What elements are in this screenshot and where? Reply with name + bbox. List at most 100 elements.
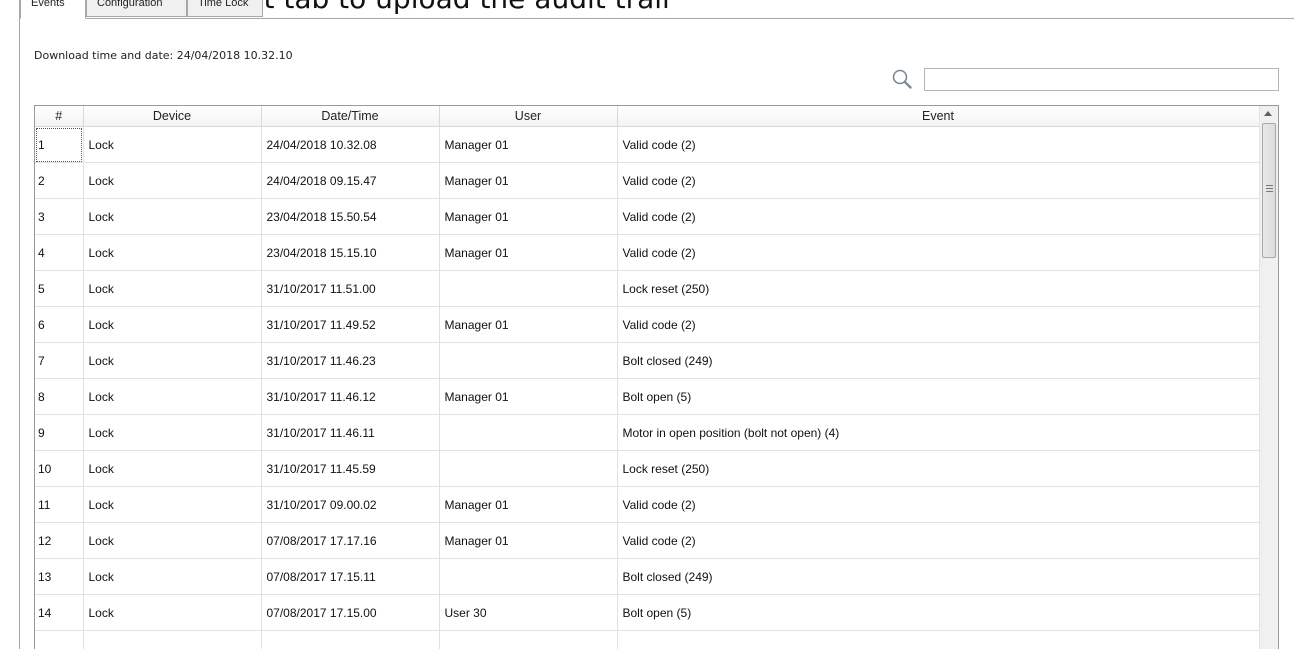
table-row[interactable]: 3 Lock 23/04/2018 15.50.54 Manager 01 Valid …: [35, 198, 1260, 235]
cell-user: Manager 01: [439, 306, 618, 343]
column-header-user[interactable]: User: [439, 106, 618, 127]
column-header-event[interactable]: Event: [617, 106, 1260, 127]
tab-configuration[interactable]: Configuration: [86, 0, 187, 17]
cell-datetime: 31/10/2017 11.51.00: [261, 270, 440, 307]
table-row[interactable]: 4 Lock 23/04/2018 15.15.10 Manager 01 Valid …: [35, 234, 1260, 271]
table-row[interactable]: 1 Lock 24/04/2018 10.32.08 Manager 01 Valid …: [35, 126, 1260, 163]
cell-device: [83, 630, 262, 649]
cell-event: Motor in open position (bolt not open) (…: [617, 414, 1260, 451]
tab-events[interactable]: Events: [20, 0, 86, 19]
cell-datetime: 31/10/2017 11.46.23: [261, 342, 440, 379]
column-header-number[interactable]: #: [35, 106, 84, 127]
cell-event: Bolt open (5): [617, 378, 1260, 415]
cell-device: Lock: [83, 450, 262, 487]
cell-device: Lock: [83, 234, 262, 271]
cell-user: Manager 01: [439, 522, 618, 559]
events-table: # Device Date/Time User Event 1 Lock 24/04…: [34, 105, 1279, 649]
cell-user: [439, 414, 618, 451]
tab-time-lock[interactable]: Time Lock: [187, 0, 263, 17]
cell-num: 11: [35, 486, 84, 523]
cell-event: Valid code (2): [617, 306, 1260, 343]
cell-user: [439, 342, 618, 379]
cell-event: Bolt open (5): [617, 594, 1260, 631]
cell-user: Manager 01: [439, 234, 618, 271]
cell-datetime: 31/10/2017 11.46.12: [261, 378, 440, 415]
cell-datetime: 24/04/2018 09.15.47: [261, 162, 440, 199]
cell-datetime: 07/08/2017 17.15.00: [261, 594, 440, 631]
cell-device: Lock: [83, 342, 262, 379]
cell-num: 9: [35, 414, 84, 451]
cell-event: Valid code (2): [617, 162, 1260, 199]
cell-num: 13: [35, 558, 84, 595]
cell-event: [617, 630, 1260, 649]
table-row[interactable]: 8 Lock 31/10/2017 11.46.12 Manager 01 Bolt o…: [35, 378, 1260, 415]
search-input[interactable]: [924, 68, 1279, 91]
cell-user: Manager 01: [439, 378, 618, 415]
cell-num: 2: [35, 162, 84, 199]
table-row[interactable]: [35, 630, 1260, 649]
cell-event: Lock reset (250): [617, 450, 1260, 487]
table-row[interactable]: 6 Lock 31/10/2017 11.49.52 Manager 01 Valid …: [35, 306, 1260, 343]
cell-user: Manager 01: [439, 162, 618, 199]
cell-datetime: 07/08/2017 17.17.16: [261, 522, 440, 559]
cell-user: [439, 630, 618, 649]
cell-datetime: 31/10/2017 11.49.52: [261, 306, 440, 343]
cell-device: Lock: [83, 198, 262, 235]
cell-user: [439, 450, 618, 487]
table-row[interactable]: 13 Lock 07/08/2017 17.15.11 Bolt closed (24…: [35, 558, 1260, 595]
cell-device: Lock: [83, 306, 262, 343]
table-header-row: # Device Date/Time User Event: [35, 106, 1260, 127]
cell-datetime: 24/04/2018 10.32.08: [261, 126, 440, 163]
table-row[interactable]: 2 Lock 24/04/2018 09.15.47 Manager 01 Valid …: [35, 162, 1260, 199]
column-header-device[interactable]: Device: [83, 106, 262, 127]
table-row[interactable]: 9 Lock 31/10/2017 11.46.11 Motor in open po…: [35, 414, 1260, 451]
download-time-label: Download time and date: 24/04/2018 10.32…: [34, 49, 293, 62]
column-header-datetime[interactable]: Date/Time: [261, 106, 440, 127]
grip-line: [1266, 185, 1273, 186]
table-row[interactable]: 5 Lock 31/10/2017 11.51.00 Lock reset (250): [35, 270, 1260, 307]
table-row[interactable]: 12 Lock 07/08/2017 17.17.16 Manager 01 Valid…: [35, 522, 1260, 559]
cell-user: Manager 01: [439, 486, 618, 523]
table-row[interactable]: 7 Lock 31/10/2017 11.46.23 Bolt closed (249…: [35, 342, 1260, 379]
cell-device: Lock: [83, 162, 262, 199]
table-row[interactable]: 10 Lock 31/10/2017 11.45.59 Lock reset (250…: [35, 450, 1260, 487]
cell-device: Lock: [83, 594, 262, 631]
cell-num: 5: [35, 270, 84, 307]
scroll-thumb[interactable]: [1262, 123, 1276, 258]
table-row[interactable]: 14 Lock 07/08/2017 17.15.00 User 30 Bolt ope…: [35, 594, 1260, 631]
cell-user: Manager 01: [439, 126, 618, 163]
cell-num: 14: [35, 594, 84, 631]
cell-num: [35, 630, 84, 649]
cell-event: Bolt closed (249): [617, 558, 1260, 595]
cell-datetime: 23/04/2018 15.50.54: [261, 198, 440, 235]
grip-line: [1266, 191, 1273, 192]
cell-event: Valid code (2): [617, 126, 1260, 163]
cell-num: 7: [35, 342, 84, 379]
cell-num: 8: [35, 378, 84, 415]
cell-datetime: 31/10/2017 09.00.02: [261, 486, 440, 523]
cell-device: Lock: [83, 414, 262, 451]
table-row[interactable]: 11 Lock 31/10/2017 09.00.02 Manager 01 Valid…: [35, 486, 1260, 523]
cell-datetime: [261, 630, 440, 649]
cell-user: User 30: [439, 594, 618, 631]
cell-datetime: 23/04/2018 15.15.10: [261, 234, 440, 271]
cell-device: Lock: [83, 522, 262, 559]
cell-datetime: 31/10/2017 11.45.59: [261, 450, 440, 487]
cell-num: 12: [35, 522, 84, 559]
cell-num: 10: [35, 450, 84, 487]
cell-num: 3: [35, 198, 84, 235]
cell-event: Valid code (2): [617, 198, 1260, 235]
tab-bar: Events Configuration Time Lock: [20, 0, 1294, 19]
search-icon[interactable]: [891, 68, 913, 90]
cell-event: Bolt closed (249): [617, 342, 1260, 379]
cell-datetime: 31/10/2017 11.46.11: [261, 414, 440, 451]
cell-device: Lock: [83, 270, 262, 307]
cell-device: Lock: [83, 486, 262, 523]
cell-event: Lock reset (250): [617, 270, 1260, 307]
cell-device: Lock: [83, 378, 262, 415]
cell-num: 1: [35, 126, 84, 163]
vertical-scrollbar[interactable]: [1259, 106, 1278, 649]
scroll-up-arrow-icon[interactable]: [1264, 111, 1272, 116]
cell-user: [439, 270, 618, 307]
cell-user: Manager 01: [439, 198, 618, 235]
